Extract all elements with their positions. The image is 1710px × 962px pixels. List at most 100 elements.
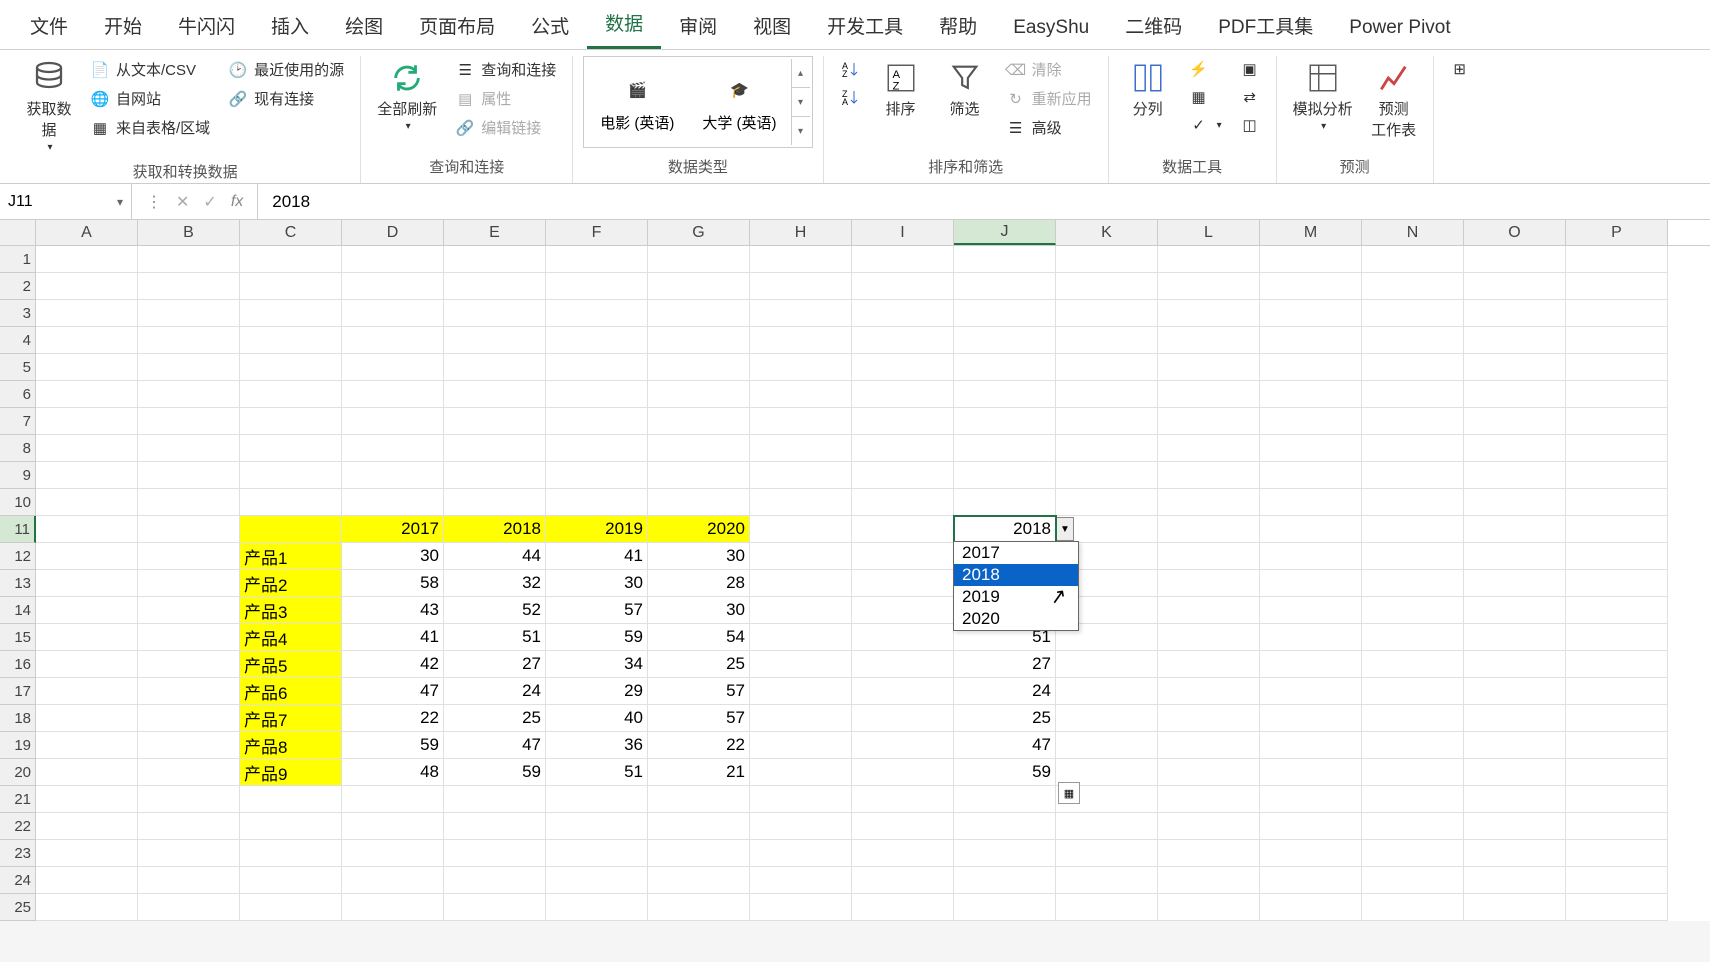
tab-powerpivot[interactable]: Power Pivot xyxy=(1331,7,1468,49)
cell[interactable] xyxy=(750,786,852,813)
cell[interactable]: 42 xyxy=(342,651,444,678)
cell[interactable] xyxy=(1464,273,1566,300)
cell[interactable]: 30 xyxy=(648,543,750,570)
cell[interactable] xyxy=(1464,894,1566,921)
cell[interactable] xyxy=(648,462,750,489)
cell[interactable]: 34 xyxy=(546,651,648,678)
cell[interactable] xyxy=(342,894,444,921)
row-headers[interactable]: 1234567891011121314151617181920212223242… xyxy=(0,246,36,921)
cell[interactable] xyxy=(546,813,648,840)
col-header[interactable]: D xyxy=(342,220,444,245)
sort-button[interactable]: AZ 排序 xyxy=(872,56,930,123)
cell[interactable]: 产品4 xyxy=(240,624,342,651)
cell[interactable] xyxy=(1464,435,1566,462)
cell[interactable] xyxy=(444,813,546,840)
select-all-corner[interactable] xyxy=(0,220,36,245)
cell[interactable] xyxy=(1566,327,1668,354)
cell[interactable] xyxy=(138,597,240,624)
cell[interactable] xyxy=(750,543,852,570)
cell[interactable] xyxy=(750,813,852,840)
cell[interactable] xyxy=(1362,273,1464,300)
row-header[interactable]: 3 xyxy=(0,300,36,327)
cell[interactable] xyxy=(954,489,1056,516)
cell[interactable] xyxy=(1056,246,1158,273)
cell[interactable] xyxy=(36,894,138,921)
cell[interactable] xyxy=(240,408,342,435)
cell[interactable] xyxy=(240,813,342,840)
tab-qr[interactable]: 二维码 xyxy=(1107,2,1200,49)
cell[interactable] xyxy=(342,840,444,867)
cell[interactable] xyxy=(750,435,852,462)
flash-fill-button[interactable]: ⚡ xyxy=(1183,56,1228,82)
cell[interactable]: 25 xyxy=(648,651,750,678)
cells-area[interactable]: 20172018201920202018产品130444130产品2583230… xyxy=(36,246,1668,921)
name-box[interactable]: J11 ▾ xyxy=(0,184,132,219)
cell[interactable] xyxy=(36,543,138,570)
cell[interactable] xyxy=(1464,408,1566,435)
autofill-options-button[interactable]: ▦ xyxy=(1058,782,1080,804)
cell[interactable] xyxy=(1056,435,1158,462)
dropdown-option[interactable]: 2017 xyxy=(954,542,1078,564)
cell[interactable] xyxy=(1158,732,1260,759)
cell[interactable]: 2019 xyxy=(546,516,648,543)
cell[interactable] xyxy=(1362,894,1464,921)
cell[interactable] xyxy=(444,246,546,273)
cell[interactable] xyxy=(1260,624,1362,651)
cell[interactable] xyxy=(1362,381,1464,408)
cell[interactable] xyxy=(648,435,750,462)
cell[interactable] xyxy=(648,489,750,516)
cell[interactable] xyxy=(138,894,240,921)
cell[interactable] xyxy=(444,462,546,489)
cell[interactable] xyxy=(1056,894,1158,921)
cell[interactable] xyxy=(138,435,240,462)
cell[interactable] xyxy=(1260,381,1362,408)
cell[interactable] xyxy=(138,354,240,381)
cell[interactable] xyxy=(1260,651,1362,678)
cell[interactable] xyxy=(240,246,342,273)
cell[interactable] xyxy=(852,651,954,678)
cell[interactable] xyxy=(1056,705,1158,732)
cell[interactable] xyxy=(342,462,444,489)
cell[interactable] xyxy=(342,381,444,408)
cell[interactable] xyxy=(1464,300,1566,327)
cell[interactable] xyxy=(1260,273,1362,300)
cell[interactable] xyxy=(1260,705,1362,732)
cell[interactable] xyxy=(546,327,648,354)
cell[interactable] xyxy=(36,300,138,327)
cell[interactable] xyxy=(1566,300,1668,327)
cell[interactable] xyxy=(36,462,138,489)
tab-help[interactable]: 帮助 xyxy=(921,2,995,49)
cell[interactable] xyxy=(954,300,1056,327)
cell[interactable] xyxy=(852,570,954,597)
cell[interactable] xyxy=(546,381,648,408)
cell[interactable] xyxy=(1464,867,1566,894)
cell[interactable] xyxy=(1362,408,1464,435)
cancel-icon[interactable]: ✕ xyxy=(176,192,189,212)
cell[interactable] xyxy=(852,705,954,732)
cell[interactable]: 产品1 xyxy=(240,543,342,570)
col-header[interactable]: P xyxy=(1566,220,1668,245)
cell[interactable] xyxy=(138,867,240,894)
cell[interactable] xyxy=(954,867,1056,894)
row-header[interactable]: 11 xyxy=(0,516,36,543)
cell[interactable]: 25 xyxy=(954,705,1056,732)
cell[interactable] xyxy=(852,300,954,327)
cell[interactable] xyxy=(1464,678,1566,705)
get-data-button[interactable]: 获取数 据▾ xyxy=(20,56,78,157)
cell[interactable] xyxy=(954,246,1056,273)
cell[interactable] xyxy=(240,786,342,813)
cell[interactable] xyxy=(36,759,138,786)
cell[interactable] xyxy=(750,246,852,273)
cell[interactable] xyxy=(1464,516,1566,543)
cell[interactable]: 产品3 xyxy=(240,597,342,624)
cell[interactable] xyxy=(1566,489,1668,516)
cell[interactable] xyxy=(546,462,648,489)
cell[interactable] xyxy=(1260,840,1362,867)
cell[interactable] xyxy=(1260,354,1362,381)
cell[interactable]: 27 xyxy=(954,651,1056,678)
col-header[interactable]: A xyxy=(36,220,138,245)
cell[interactable]: 47 xyxy=(954,732,1056,759)
cell[interactable] xyxy=(342,327,444,354)
cell[interactable] xyxy=(36,732,138,759)
cell[interactable] xyxy=(546,246,648,273)
